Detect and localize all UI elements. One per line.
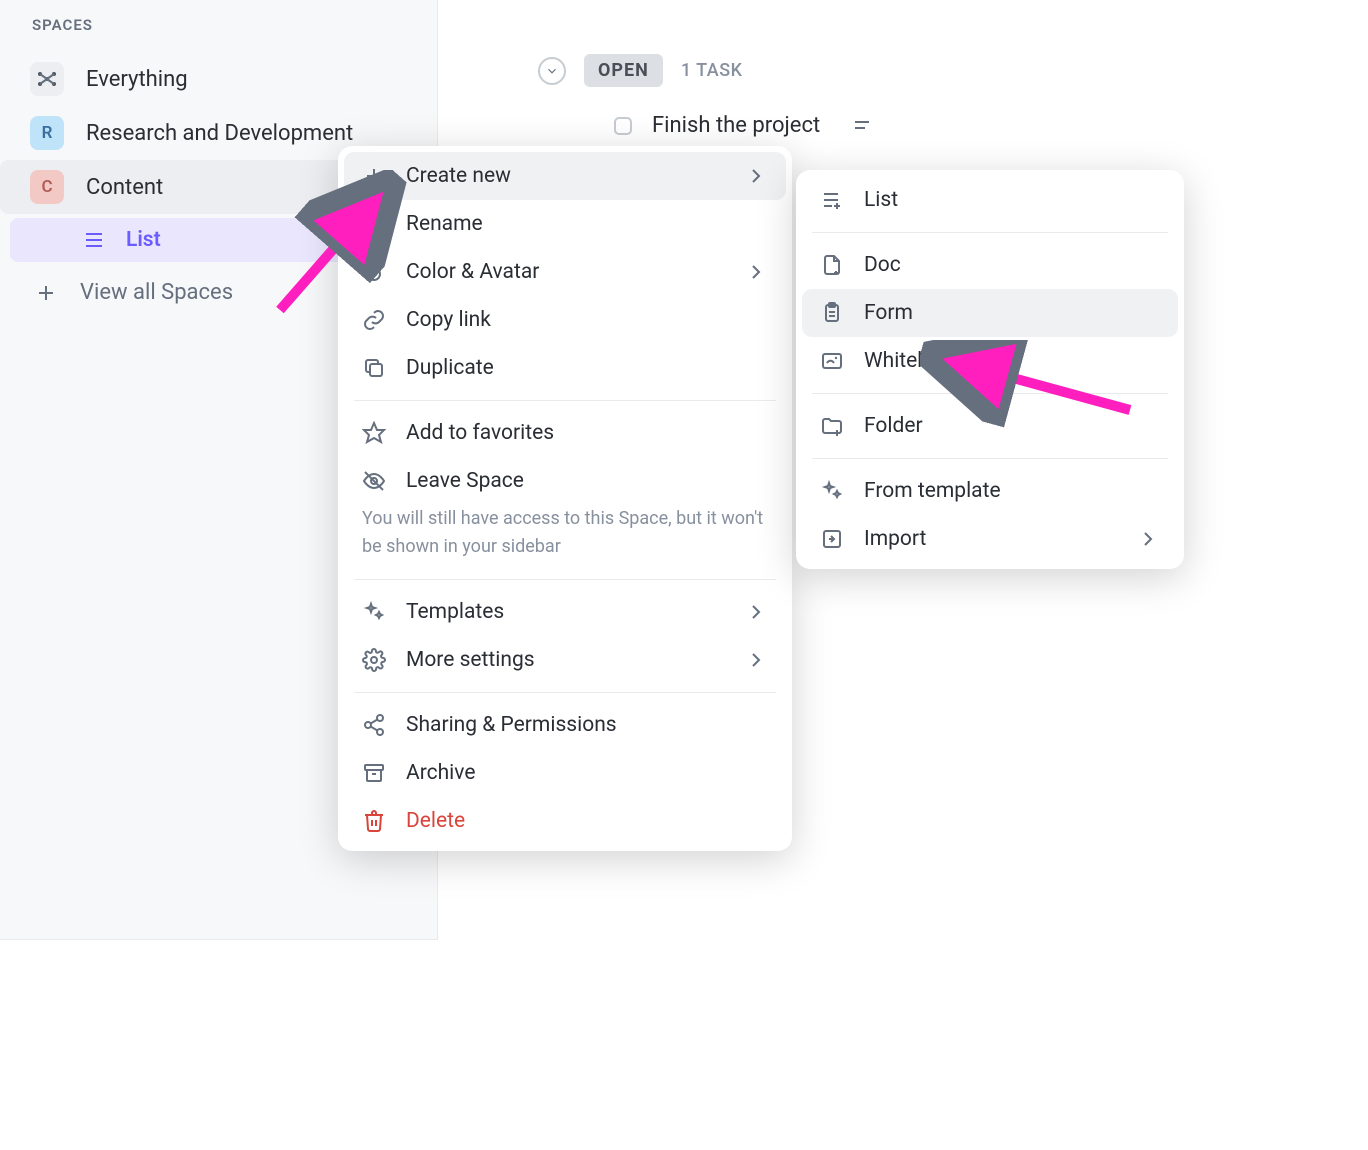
task-checkbox[interactable] [614, 117, 632, 135]
menu-divider [812, 232, 1168, 233]
sparkle-icon [362, 600, 386, 624]
menu-label: Rename [406, 212, 483, 236]
pencil-icon [362, 212, 386, 236]
link-icon [362, 308, 386, 332]
share-icon [362, 713, 386, 737]
trash-icon [362, 809, 386, 833]
droplet-icon [362, 260, 386, 284]
sidebar-item-label: Content [86, 175, 163, 200]
submenu-item-import[interactable]: Import [802, 515, 1178, 563]
menu-label: Copy link [406, 308, 491, 332]
chevron-right-icon [1136, 527, 1160, 551]
collapse-toggle[interactable] [538, 57, 566, 85]
submenu-item-list[interactable]: List [802, 176, 1178, 224]
menu-label: Delete [406, 809, 465, 833]
import-icon [820, 527, 844, 551]
sparkle-icon [820, 479, 844, 503]
chevron-right-icon [744, 648, 768, 672]
menu-label: More settings [406, 648, 535, 672]
submenu-item-form[interactable]: Form [802, 289, 1178, 337]
menu-item-duplicate[interactable]: Duplicate [344, 344, 786, 392]
menu-item-create-new[interactable]: Create new [344, 152, 786, 200]
gear-icon [362, 648, 386, 672]
chevron-right-icon [744, 164, 768, 188]
star-icon [362, 421, 386, 445]
menu-item-favorites[interactable]: Add to favorites [344, 409, 786, 457]
status-row: OPEN 1 TASK [478, 54, 1328, 87]
menu-label: List [864, 188, 898, 212]
chevron-right-icon [744, 600, 768, 624]
menu-item-color-avatar[interactable]: Color & Avatar [344, 248, 786, 296]
status-badge[interactable]: OPEN [584, 54, 663, 87]
menu-item-templates[interactable]: Templates [344, 588, 786, 636]
menu-item-delete[interactable]: Delete [344, 797, 786, 845]
menu-label: Whiteboard [864, 349, 971, 373]
menu-item-rename[interactable]: Rename [344, 200, 786, 248]
doc-icon [820, 253, 844, 277]
space-avatar-r: R [30, 116, 64, 150]
space-avatar-c: C [30, 170, 64, 204]
context-menu: Create new Rename Color & Avatar Copy li… [338, 146, 792, 851]
menu-label: Create new [406, 164, 511, 188]
chevron-right-icon [744, 260, 768, 284]
submenu-item-folder[interactable]: Folder [802, 402, 1178, 450]
menu-label: Folder [864, 414, 923, 438]
sidebar-header: SPACES [0, 8, 437, 52]
menu-label: Color & Avatar [406, 260, 539, 284]
menu-divider [354, 692, 776, 693]
submenu-item-doc[interactable]: Doc [802, 241, 1178, 289]
clipboard-icon [820, 301, 844, 325]
menu-label: Templates [406, 600, 504, 624]
menu-divider [354, 400, 776, 401]
list-add-icon [820, 188, 844, 212]
sidebar-item-label: Research and Development [86, 121, 353, 146]
menu-label: From template [864, 479, 1001, 503]
menu-divider [812, 458, 1168, 459]
archive-icon [362, 761, 386, 785]
submenu-item-whiteboard[interactable]: Whiteboard [802, 337, 1178, 385]
menu-label: Duplicate [406, 356, 494, 380]
create-new-submenu: List Doc Form Whiteboard Folder From tem… [796, 170, 1184, 569]
sidebar-item-label: Everything [86, 67, 188, 92]
task-title: Finish the project [652, 113, 820, 138]
menu-label: Sharing & Permissions [406, 713, 617, 737]
menu-item-sharing[interactable]: Sharing & Permissions [344, 701, 786, 749]
menu-item-copy-link[interactable]: Copy link [344, 296, 786, 344]
menu-label: Archive [406, 761, 475, 785]
menu-label: Doc [864, 253, 901, 277]
duplicate-icon [362, 356, 386, 380]
sidebar-subitem-label: List [126, 228, 161, 252]
task-menu-icon[interactable] [850, 114, 874, 138]
menu-label: Add to favorites [406, 421, 554, 445]
eye-off-icon [362, 469, 386, 493]
network-icon [30, 62, 64, 96]
folder-add-icon [820, 414, 844, 438]
submenu-item-from-template[interactable]: From template [802, 467, 1178, 515]
whiteboard-icon [820, 349, 844, 373]
menu-label: Form [864, 301, 913, 325]
plus-icon [362, 164, 386, 188]
task-count: 1 TASK [681, 60, 743, 81]
sidebar-viewall-label: View all Spaces [80, 280, 233, 305]
sidebar-item-everything[interactable]: Everything [0, 52, 437, 106]
menu-label: Leave Space [406, 469, 524, 493]
menu-label: Import [864, 527, 926, 551]
menu-item-archive[interactable]: Archive [344, 749, 786, 797]
menu-divider [354, 579, 776, 580]
menu-divider [812, 393, 1168, 394]
menu-leave-note: You will still have access to this Space… [344, 505, 786, 571]
task-row[interactable]: Finish the project [478, 87, 1328, 138]
menu-item-more-settings[interactable]: More settings [344, 636, 786, 684]
menu-item-leave-space[interactable]: Leave Space [344, 457, 786, 505]
